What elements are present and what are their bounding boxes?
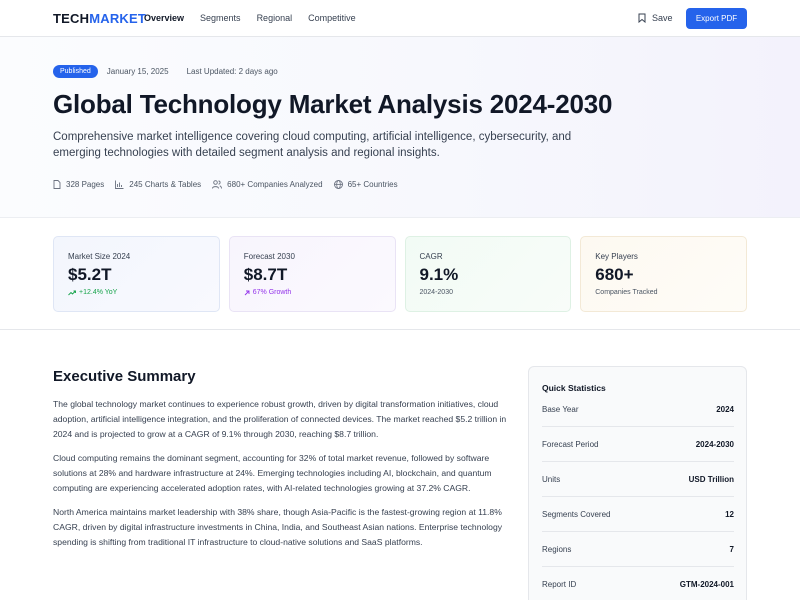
metric-label: Market Size 2024 bbox=[68, 252, 131, 261]
metric-value: 9.1% bbox=[419, 265, 459, 284]
metric-value: $8.7T bbox=[243, 265, 288, 284]
quick-stat-label: Units bbox=[542, 475, 561, 484]
quick-stat-label: Regions bbox=[542, 545, 572, 554]
row-divider bbox=[542, 531, 734, 532]
row-divider bbox=[542, 496, 734, 497]
quick-stat-value: 7 bbox=[729, 545, 734, 554]
metric-card-forecast: Forecast 2030 $8.7T 67% Growth bbox=[228, 236, 396, 312]
metric-sub-text: Companies Tracked bbox=[595, 289, 658, 296]
summary-paragraph: Cloud computing remains the dominant seg… bbox=[53, 453, 492, 493]
metric-sub: Companies Tracked bbox=[595, 289, 732, 296]
quick-stat-row: Base Year 2024 bbox=[542, 405, 734, 414]
metric-cards: Market Size 2024 $5.2T +12.4% YoY Foreca… bbox=[53, 236, 747, 312]
metric-card-key-players: Key Players 680+ Companies Tracked bbox=[580, 236, 747, 312]
quick-stat-row: Units USD Trillion bbox=[542, 475, 734, 484]
summary-paragraph: North America maintains market leadershi… bbox=[53, 507, 503, 547]
metric-label: Forecast 2030 bbox=[243, 252, 295, 261]
nav-link-segments[interactable]: Segments bbox=[200, 13, 241, 23]
nav-link-regional[interactable]: Regional bbox=[257, 13, 293, 23]
save-label: Save bbox=[652, 13, 673, 23]
executive-summary-body: The global technology market continues t… bbox=[53, 397, 513, 559]
page-subtitle: Comprehensive market intelligence coveri… bbox=[53, 131, 572, 159]
document-icon bbox=[53, 180, 61, 189]
trend-up-icon bbox=[68, 290, 76, 295]
row-divider bbox=[542, 426, 734, 427]
section-divider bbox=[0, 329, 800, 330]
bookmark-icon bbox=[638, 13, 646, 23]
save-button[interactable]: Save bbox=[638, 13, 673, 23]
status-badge: Published bbox=[53, 65, 98, 78]
stat-countries-label: 65+ Countries bbox=[347, 180, 398, 189]
quick-stat-row: Regions 7 bbox=[542, 545, 734, 554]
row-divider bbox=[542, 461, 734, 462]
users-icon bbox=[212, 180, 223, 189]
metric-value: $5.2T bbox=[68, 265, 112, 284]
summary-paragraph: The global technology market continues t… bbox=[53, 399, 507, 439]
quick-stat-value: 2024-2030 bbox=[695, 440, 734, 449]
quick-statistics-panel: Quick Statistics Base Year 2024 Forecast… bbox=[528, 366, 747, 600]
metric-card-cagr: CAGR 9.1% 2024-2030 bbox=[404, 236, 572, 312]
stat-charts: 245 Charts & Tables bbox=[115, 180, 201, 189]
quick-stat-value: GTM-2024-001 bbox=[679, 580, 734, 589]
nav-link-competitive[interactable]: Competitive bbox=[308, 13, 356, 23]
meta-row: Published January 15, 2025 Last Updated:… bbox=[53, 65, 278, 78]
arrow-up-right-icon bbox=[244, 290, 250, 295]
logo[interactable]: TECHMARKET bbox=[53, 11, 146, 26]
last-updated: Last Updated: 2 days ago bbox=[186, 67, 278, 76]
quick-stat-label: Report ID bbox=[542, 580, 577, 589]
quick-stat-row: Report ID GTM-2024-001 bbox=[542, 580, 734, 589]
quick-stat-row: Forecast Period 2024-2030 bbox=[542, 440, 734, 449]
metric-value: 680+ bbox=[595, 265, 634, 284]
page-title: Global Technology Market Analysis 2024-2… bbox=[53, 89, 613, 119]
top-nav: TECHMARKET Overview Segments Regional Co… bbox=[0, 0, 800, 37]
executive-summary-title: Executive Summary bbox=[53, 368, 196, 385]
metric-sub: +12.4% YoY bbox=[68, 289, 205, 296]
stat-charts-label: 245 Charts & Tables bbox=[129, 180, 202, 189]
metric-sub-text: 2024-2030 bbox=[419, 289, 453, 296]
nav-link-overview[interactable]: Overview bbox=[144, 13, 184, 23]
stat-pages: 328 Pages bbox=[53, 180, 104, 189]
metric-label: Key Players bbox=[595, 252, 638, 261]
quick-stat-label: Segments Covered bbox=[542, 510, 611, 519]
logo-text-tech: TECH bbox=[53, 11, 90, 26]
report-stats: 328 Pages 245 Charts & Tables 680+ Compa… bbox=[53, 180, 409, 189]
quick-stat-row: Segments Covered 12 bbox=[542, 510, 734, 519]
quick-statistics-title: Quick Statistics bbox=[542, 383, 606, 393]
row-divider bbox=[542, 566, 734, 567]
metric-sub-text: 67% Growth bbox=[252, 289, 292, 296]
stat-pages-label: 328 Pages bbox=[66, 180, 105, 189]
export-pdf-button[interactable]: Export PDF bbox=[686, 8, 747, 29]
stat-countries: 65+ Countries bbox=[333, 180, 398, 189]
quick-stat-label: Forecast Period bbox=[542, 440, 599, 449]
nav-links: Overview Segments Regional Competitive bbox=[144, 13, 372, 23]
metric-label: CAGR bbox=[419, 252, 443, 261]
quick-stat-label: Base Year bbox=[542, 405, 579, 414]
stat-companies-label: 680+ Companies Analyzed bbox=[227, 180, 323, 189]
globe-icon bbox=[333, 180, 343, 189]
metric-sub: 2024-2030 bbox=[420, 289, 557, 296]
quick-stat-value: 12 bbox=[725, 510, 734, 519]
hero-section: Published January 15, 2025 Last Updated:… bbox=[0, 37, 800, 218]
metric-sub-text: +12.4% YoY bbox=[79, 289, 118, 296]
publish-date: January 15, 2025 bbox=[106, 67, 169, 76]
bar-chart-icon bbox=[115, 180, 124, 189]
logo-text-market: MARKET bbox=[89, 11, 147, 26]
metric-card-market-size: Market Size 2024 $5.2T +12.4% YoY bbox=[53, 236, 220, 312]
metric-sub: 67% Growth bbox=[244, 289, 381, 296]
quick-stat-value: USD Trillion bbox=[688, 475, 734, 484]
stat-companies: 680+ Companies Analyzed bbox=[212, 180, 323, 189]
quick-stat-value: 2024 bbox=[716, 405, 734, 414]
